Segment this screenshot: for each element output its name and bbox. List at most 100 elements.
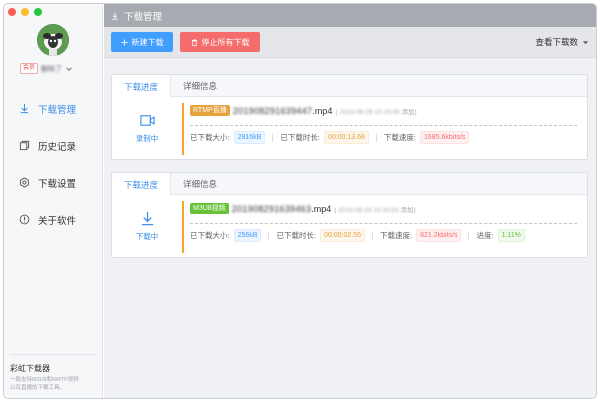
view-download-count-dropdown[interactable]: 查看下载数 [535,36,589,48]
download-icon [112,12,118,20]
sidebar-item-label: 历史记录 [38,141,77,153]
download-icon [20,103,29,114]
avatar[interactable] [37,24,69,56]
minimize-window-button[interactable] [21,8,29,16]
settings-icon [20,177,29,188]
window-controls [8,8,42,16]
duration-label: 已下载时长: [280,133,320,142]
task-status: 下载中 [112,195,182,257]
size-label: 已下载大小: [190,231,230,240]
speed-label: 下载速度: [383,133,417,142]
sidebar-footer: 彩虹下载器 一款支持M3U8和RMTP视频 以及直播的下载工具。 [10,354,96,392]
download-progress: 1.11% [497,229,525,242]
tab-detail-info[interactable]: 详细信息 [171,75,229,97]
downloaded-duration: 00:00:13.68 [323,131,369,144]
divider [268,231,270,240]
view-count-label: 查看下载数 [535,37,578,47]
info-icon [19,214,30,225]
page-title: 下载管理 [124,11,163,23]
file-name-base: 201908291639447 [232,105,313,116]
downloaded-size: 256kB [233,229,262,242]
download-task-card: 下载进度 详细信息 下载中 M3U8视频 201908291639463.mp4… [111,172,588,258]
main-panel: 下载管理 新建下载 停止所有下载 查看下载数 下载进度 详细信息 录制中 RTM… [104,4,596,398]
sidebar-item-label: 下载设置 [38,178,77,190]
file-name: 201908291639463.mp4 [232,204,332,214]
user-name: 删除了 [41,65,63,73]
added-timestamp: 2019-08-29 15:30:53 [338,206,399,214]
divider [372,231,374,240]
task-status: 录制中 [112,97,182,159]
sidebar-item-about[interactable]: 关于软件 [4,201,103,238]
speed-label: 下载速度: [380,231,413,240]
divider [375,133,377,142]
app-name: 彩虹下载器 [10,364,50,373]
file-extension: .mp4 [312,105,333,116]
sidebar-item-history[interactable]: 历史记录 [4,127,103,164]
downloaded-size: 2816kB [233,131,266,144]
trash-icon [191,38,197,46]
tab-download-progress[interactable]: 下载进度 [112,173,172,196]
divider [468,231,470,240]
new-download-button[interactable]: 新建下载 [111,32,173,52]
title-bar: 下载管理 [104,4,596,27]
sheep-avatar-icon [37,24,69,56]
history-icon [19,140,30,151]
plus-icon [120,38,128,46]
added-label: 添加 [400,206,414,214]
tab-download-progress[interactable]: 下载进度 [112,75,172,98]
member-badge: 会员 [20,63,39,74]
close-window-button[interactable] [8,8,16,16]
tab-detail-info[interactable]: 详细信息 [171,173,229,195]
sidebar-item-label: 下载管理 [38,104,77,116]
task-body: 录制中 RTMP直播 201908291639447.mp4 ( 2019-08… [112,97,587,159]
task-stats: 已下载大小: 2816kB 已下载时长: 00:00:13.68 下载速度: 1… [190,131,470,144]
sidebar-item-download-manager[interactable]: 下载管理 [4,90,103,127]
sidebar: 会员 删除了 下载管理 历史记录 下载设置 关于软件 彩虹下载器 一款支持M3U… [4,4,103,398]
sidebar-item-download-settings[interactable]: 下载设置 [4,164,103,201]
app-description-line2: 以及直播的下载工具。 [10,384,66,391]
app-window: 会员 删除了 下载管理 历史记录 下载设置 关于软件 彩虹下载器 一款支持M3U… [3,3,597,399]
sidebar-nav: 下载管理 历史记录 下载设置 关于软件 [4,90,103,238]
status-text: 录制中 [135,134,159,143]
progress-label: 进度: [476,231,494,240]
status-text: 下载中 [135,232,159,241]
task-stats: 已下载大小: 256kB 已下载时长: 00:00:02.55 下载速度: 82… [190,229,525,242]
type-badge: M3U8视频 [190,203,229,214]
added-label: 添加 [401,108,415,116]
file-name: 201908291639447.mp4 [233,106,333,116]
task-accent-bar [182,201,184,253]
task-body: 下载中 M3U8视频 201908291639463.mp4 ( 2019-08… [112,195,587,257]
toolbar: 新建下载 停止所有下载 查看下载数 [104,27,596,58]
size-label: 已下载大小: [190,133,230,142]
new-download-label: 新建下载 [131,37,164,47]
download-arrow-icon [141,211,153,226]
sidebar-item-label: 关于软件 [38,215,77,227]
duration-label: 已下载时长: [276,231,317,240]
added-timestamp: 2019-08-29 15:29:45 [339,108,400,116]
zoom-window-button[interactable] [34,8,42,16]
task-tabs: 下载进度 详细信息 [112,75,587,98]
caret-down-icon [582,40,589,44]
file-name-base: 201908291639463 [231,203,312,214]
added-time: ( 2019-08-29 15:30:53 添加) [334,206,416,214]
added-time: ( 2019-08-29 15:29:45 添加) [335,108,417,116]
download-speed: 1685.6kbits/s [420,131,470,144]
chevron-down-icon [66,66,72,71]
stop-all-downloads-button[interactable]: 停止所有下载 [180,32,260,52]
user-menu[interactable]: 会员 删除了 [20,63,73,74]
download-list: 下载进度 详细信息 录制中 RTMP直播 201908291639447.mp4… [104,58,596,258]
app-description-line1: 一款支持M3U8和RMTP视频 [10,377,79,383]
download-task-card: 下载进度 详细信息 录制中 RTMP直播 201908291639447.mp4… [111,74,588,160]
download-speed: 821.2kbits/s [416,229,462,242]
task-accent-bar [182,103,184,155]
video-camera-icon [139,115,155,126]
divider [190,223,577,224]
divider [190,125,577,126]
file-extension: .mp4 [311,203,332,214]
task-tabs: 下载进度 详细信息 [112,173,587,196]
task-title-row: M3U8视频 201908291639463.mp4 ( 2019-08-29 … [190,203,416,214]
task-title-row: RTMP直播 201908291639447.mp4 ( 2019-08-29 … [190,105,417,116]
type-badge: RTMP直播 [190,105,230,116]
stop-all-label: 停止所有下载 [201,37,250,47]
divider [272,133,274,142]
